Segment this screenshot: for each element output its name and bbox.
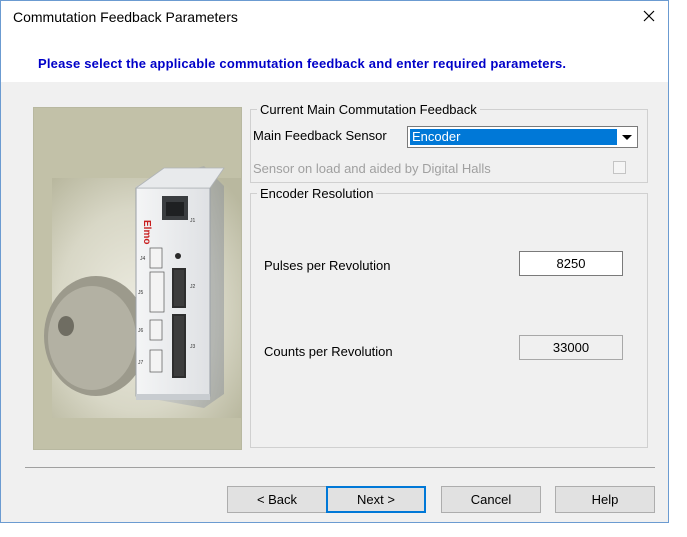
main-feedback-legend: Current Main Commutation Feedback: [260, 102, 477, 117]
drive-illustration: Elmo J1 J4 J2 J5 J6 J3 J7: [34, 108, 241, 449]
next-button[interactable]: Next >: [326, 486, 426, 513]
window-title: Commutation Feedback Parameters: [13, 9, 238, 25]
encoder-resolution-group: Encoder Resolution: [250, 186, 648, 448]
connector-label-j4: J4: [140, 256, 146, 262]
counts-per-revolution-label: Counts per Revolution: [264, 344, 393, 359]
connector-label-j3: J3: [190, 344, 196, 350]
connector-label-j7: J7: [138, 360, 144, 366]
connector-label-j1: J1: [190, 218, 196, 224]
connector-label-j5: J5: [138, 290, 144, 296]
connector-label-j6: J6: [138, 328, 144, 334]
header-strip: Please select the applicable commutation…: [1, 32, 668, 82]
title-bar[interactable]: Commutation Feedback Parameters: [1, 1, 668, 32]
chevron-down-icon[interactable]: [617, 128, 636, 146]
drive-product-image: Elmo J1 J4 J2 J5 J6 J3 J7: [33, 107, 242, 450]
help-button[interactable]: Help: [555, 486, 655, 513]
instruction-text: Please select the applicable commutation…: [38, 56, 567, 71]
main-feedback-sensor-value: Encoder: [410, 129, 617, 145]
close-icon[interactable]: [636, 5, 662, 27]
cancel-button[interactable]: Cancel: [441, 486, 541, 513]
halls-aided-label: Sensor on load and aided by Digital Hall…: [253, 161, 491, 176]
brand-logo-text: Elmo: [141, 220, 152, 244]
pulses-per-revolution-input[interactable]: 8250: [519, 251, 623, 276]
encoder-resolution-legend: Encoder Resolution: [260, 186, 374, 201]
counts-per-revolution-value: 33000: [519, 335, 623, 360]
halls-aided-checkbox[interactable]: [613, 161, 626, 174]
connector-label-j2: J2: [190, 284, 196, 290]
back-button[interactable]: < Back: [227, 486, 327, 513]
main-feedback-sensor-dropdown[interactable]: Encoder: [407, 126, 638, 148]
main-feedback-sensor-label: Main Feedback Sensor: [253, 128, 387, 143]
footer-separator: [25, 467, 655, 468]
dialog-window: Commutation Feedback Parameters Please s…: [0, 0, 669, 523]
pulses-per-revolution-label: Pulses per Revolution: [264, 258, 391, 273]
